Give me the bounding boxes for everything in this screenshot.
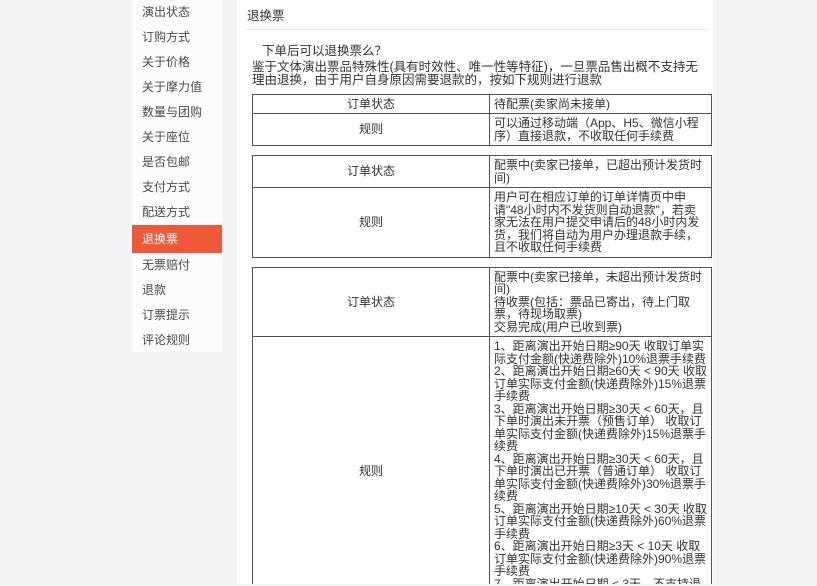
sidebar-item-booking-tips[interactable]: 订票提示 bbox=[132, 303, 222, 328]
rule-label: 规则 bbox=[253, 188, 490, 258]
table-row: 订单状态 待配票(卖家尚未接单) bbox=[253, 94, 712, 114]
table-row: 订单状态 配票中(卖家已接单，已超出预计发货时间) bbox=[253, 156, 712, 188]
sidebar-item-delivery-method[interactable]: 配送方式 bbox=[132, 200, 222, 225]
table-row: 规则 1、距离演出开始日期≥90天 收取订单实际支付金额(快递费除外)10%退票… bbox=[253, 337, 712, 585]
refund-rule-table-2: 订单状态 配票中(卖家已接单，已超出预计发货时间) 规则 用户可在相应订单的订单… bbox=[252, 155, 712, 258]
sidebar-item-comment-rules[interactable]: 评论规则 bbox=[132, 328, 222, 353]
faq-content: 下单后可以退换票么？ 鉴于文体演出票品特殊性(具有时效性、唯一性等特征)，一旦票… bbox=[237, 30, 713, 584]
rule-value: 1、距离演出开始日期≥90天 收取订单实际支付金额(快递费除外)10%退票手续费… bbox=[490, 337, 712, 585]
faq-question: 下单后可以退换票么？ bbox=[262, 45, 698, 59]
sidebar-item-about-price[interactable]: 关于价格 bbox=[132, 50, 222, 75]
order-status-value: 待配票(卖家尚未接单) bbox=[490, 94, 712, 114]
table-row: 订单状态 配票中(卖家已接单，未超出预计发货时间) 待收票(包括：票品已寄出，待… bbox=[253, 267, 712, 337]
order-status-label: 订单状态 bbox=[253, 94, 490, 114]
sidebar-item-payment-method[interactable]: 支付方式 bbox=[132, 175, 222, 200]
refund-rule-table-3: 订单状态 配票中(卖家已接单，未超出预计发货时间) 待收票(包括：票品已寄出，待… bbox=[252, 267, 712, 585]
sidebar-item-no-ticket-compensation[interactable]: 无票赔付 bbox=[132, 253, 222, 278]
table-row: 规则 可以通过移动端（App、H5、微信小程序）直接退款，不收取任何手续费 bbox=[253, 114, 712, 146]
faq-intro: 鉴于文体演出票品特殊性(具有时效性、唯一性等特征)，一旦票品售出概不支持无理由退… bbox=[252, 61, 698, 88]
sidebar-item-free-shipping[interactable]: 是否包邮 bbox=[132, 150, 222, 175]
refund-rule-table-1: 订单状态 待配票(卖家尚未接单) 规则 可以通过移动端（App、H5、微信小程序… bbox=[252, 94, 712, 147]
sidebar-item-order-method[interactable]: 订购方式 bbox=[132, 25, 222, 50]
rule-value: 可以通过移动端（App、H5、微信小程序）直接退款，不收取任何手续费 bbox=[490, 114, 712, 146]
order-status-label: 订单状态 bbox=[253, 156, 490, 188]
sidebar-item-quantity-group-buy[interactable]: 数量与团购 bbox=[132, 100, 222, 125]
sidebar-item-about-moli-points[interactable]: 关于摩力值 bbox=[132, 75, 222, 100]
rule-value: 用户可在相应订单的订单详情页中申请"48小时内不发货则自动退款"，若卖家无法在用… bbox=[490, 188, 712, 258]
rule-label: 规则 bbox=[253, 337, 490, 585]
table-row: 规则 用户可在相应订单的订单详情页中申请"48小时内不发货则自动退款"，若卖家无… bbox=[253, 188, 712, 258]
order-status-value: 配票中(卖家已接单，未超出预计发货时间) 待收票(包括：票品已寄出，待上门取票，… bbox=[490, 267, 712, 337]
help-content-panel: 退换票 下单后可以退换票么？ 鉴于文体演出票品特殊性(具有时效性、唯一性等特征)… bbox=[237, 0, 713, 584]
order-status-value: 配票中(卖家已接单，已超出预计发货时间) bbox=[490, 156, 712, 188]
rule-label: 规则 bbox=[253, 114, 490, 146]
sidebar-item-show-status[interactable]: 演出状态 bbox=[132, 0, 222, 25]
order-status-label: 订单状态 bbox=[253, 267, 490, 337]
page-title: 退换票 bbox=[237, 0, 713, 29]
help-sidebar: 演出状态 订购方式 关于价格 关于摩力值 数量与团购 关于座位 是否包邮 支付方… bbox=[132, 0, 222, 352]
sidebar-item-refund[interactable]: 退款 bbox=[132, 278, 222, 303]
sidebar-item-about-seats[interactable]: 关于座位 bbox=[132, 125, 222, 150]
sidebar-item-ticket-exchange-active[interactable]: 退换票 bbox=[132, 225, 222, 253]
